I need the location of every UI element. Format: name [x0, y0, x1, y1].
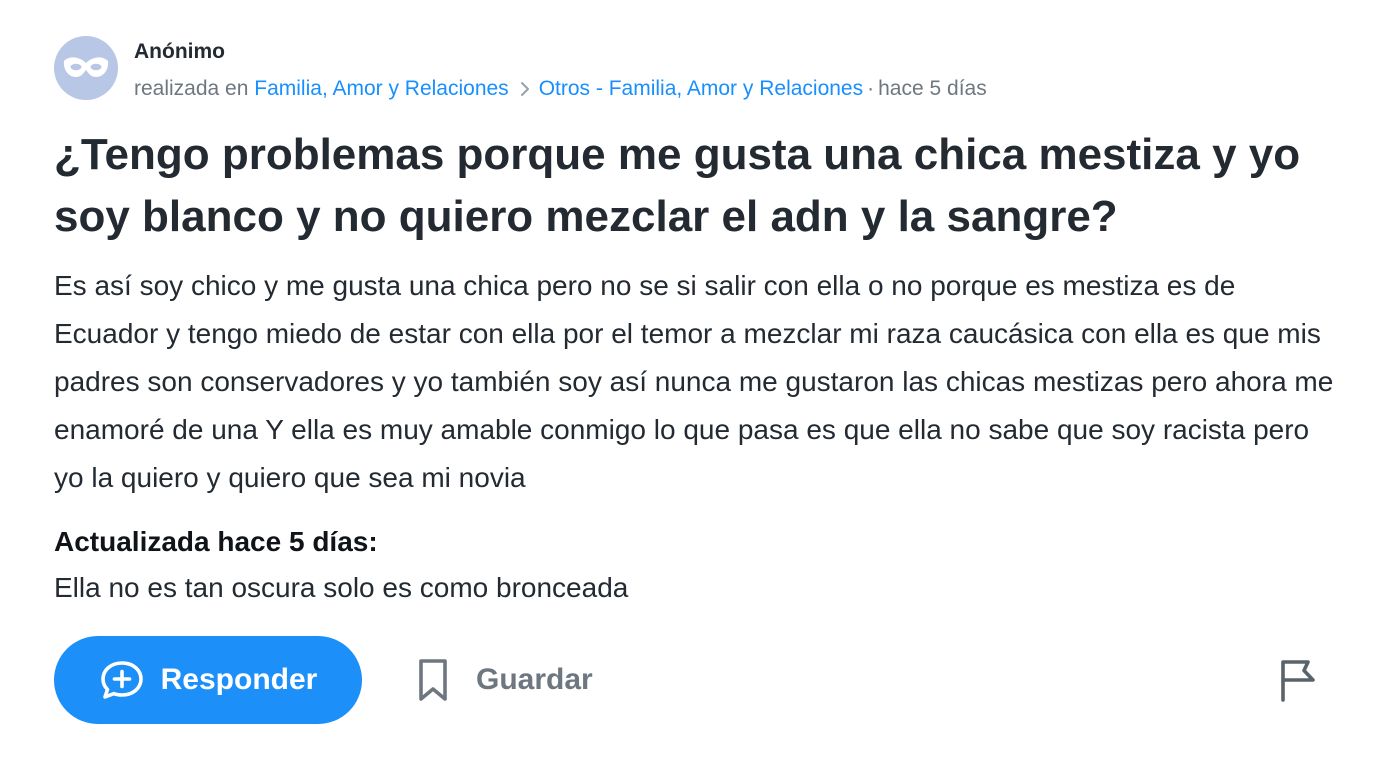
chevron-right-icon: [519, 81, 531, 97]
update-label: Actualizada hace 5 días:: [54, 526, 378, 557]
breadcrumb: realizada en Familia, Amor y Relaciones …: [134, 76, 987, 102]
question-header: Anónimo realizada en Familia, Amor y Rel…: [54, 36, 987, 102]
bookmark-icon: [416, 657, 450, 703]
question-body: Es así soy chico y me gusta una chica pe…: [54, 270, 1334, 493]
add-comment-icon: [99, 659, 145, 701]
report-button[interactable]: [1276, 656, 1320, 704]
asked-in-label: realizada en: [134, 77, 249, 100]
subcategory-link[interactable]: Otros - Familia, Amor y Relaciones: [539, 76, 863, 102]
save-button[interactable]: Guardar: [416, 652, 593, 708]
question-timestamp: hace 5 días: [878, 77, 987, 100]
avatar[interactable]: [54, 36, 118, 100]
reply-button-label: Responder: [160, 663, 318, 696]
reply-button[interactable]: Responder: [54, 636, 362, 724]
question-title: ¿Tengo problemas porque me gusta una chi…: [54, 130, 1301, 241]
meta-separator: ·: [867, 77, 875, 100]
author-name[interactable]: Anónimo: [134, 40, 987, 64]
category-link[interactable]: Familia, Amor y Relaciones: [254, 76, 508, 102]
update-text: Ella no es tan oscura solo es como bronc…: [54, 572, 629, 603]
anonymous-mask-icon: [63, 57, 109, 77]
save-button-label: Guardar: [476, 663, 593, 696]
flag-icon: [1278, 658, 1318, 702]
question-meta: Anónimo realizada en Familia, Amor y Rel…: [134, 40, 987, 102]
